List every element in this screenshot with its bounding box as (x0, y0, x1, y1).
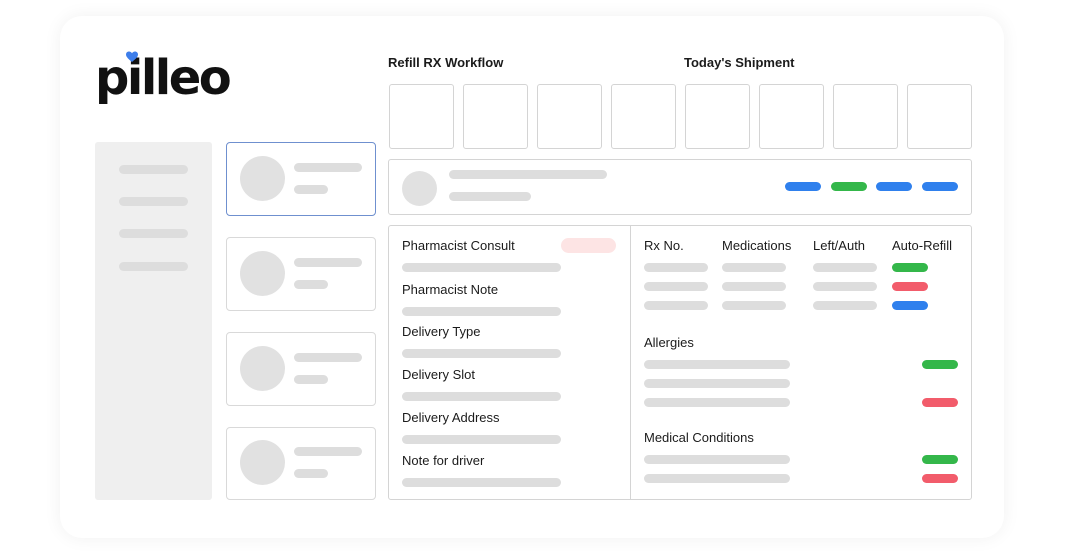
avatar (240, 156, 285, 201)
order-details-panel: Pharmacist Consult Pharmacist Note Deliv… (388, 225, 972, 500)
patient-tag[interactable] (876, 182, 912, 191)
workflow-tile[interactable] (389, 84, 454, 149)
delivery-type-label: Delivery Type (402, 324, 481, 339)
card-name-placeholder (294, 353, 362, 362)
avatar (240, 346, 285, 391)
left-auth-header: Left/Auth (813, 238, 866, 253)
rx-cell-placeholder (813, 301, 877, 310)
workflow-tile[interactable] (537, 84, 602, 149)
rx-cell-placeholder (644, 301, 708, 310)
card-detail-placeholder (294, 185, 328, 194)
sidebar-item-placeholder[interactable] (119, 165, 188, 174)
rx-cell-placeholder (813, 282, 877, 291)
avatar (240, 251, 285, 296)
patient-detail-placeholder (449, 192, 531, 201)
card-detail-placeholder (294, 469, 328, 478)
rx-cell-placeholder (644, 263, 708, 272)
note-for-driver-label: Note for driver (402, 453, 485, 468)
rx-cell-placeholder (813, 263, 877, 272)
value-placeholder (402, 349, 561, 358)
rx-no-header: Rx No. (644, 238, 684, 253)
shipment-tile[interactable] (907, 84, 972, 149)
patient-card[interactable] (226, 332, 376, 406)
avatar (240, 440, 285, 485)
column-divider (630, 226, 631, 499)
patient-tag[interactable] (922, 182, 958, 191)
delivery-address-label: Delivery Address (402, 410, 500, 425)
card-detail-placeholder (294, 280, 328, 289)
sidebar (95, 142, 212, 500)
rx-cell-placeholder (644, 282, 708, 291)
card-detail-placeholder (294, 375, 328, 384)
pharmacist-consult-label: Pharmacist Consult (402, 238, 515, 253)
heart-icon (126, 51, 138, 62)
patient-card[interactable] (226, 427, 376, 500)
auto-refill-status[interactable] (892, 263, 928, 272)
auto-refill-status[interactable] (892, 282, 928, 291)
sidebar-item-placeholder[interactable] (119, 197, 188, 206)
consult-status-badge[interactable] (561, 238, 616, 253)
value-placeholder (402, 435, 561, 444)
workflow-tile[interactable] (463, 84, 528, 149)
allergy-status[interactable] (922, 360, 958, 369)
patient-tag[interactable] (831, 182, 867, 191)
refill-workflow-heading: Refill RX Workflow (388, 55, 504, 70)
card-name-placeholder (294, 447, 362, 456)
todays-shipment-heading: Today's Shipment (684, 55, 795, 70)
allergy-placeholder (644, 379, 790, 388)
shipment-tile[interactable] (685, 84, 750, 149)
allergies-heading: Allergies (644, 335, 694, 350)
logo-wordmark: pilleo (95, 50, 232, 106)
patient-card-selected[interactable] (226, 142, 376, 216)
sidebar-item-placeholder[interactable] (119, 262, 188, 271)
pilleo-logo: pilleo (95, 48, 232, 108)
value-placeholder (402, 307, 561, 316)
auto-refill-header: Auto-Refill (892, 238, 952, 253)
patient-summary (388, 159, 972, 215)
condition-status[interactable] (922, 474, 958, 483)
rx-cell-placeholder (722, 263, 786, 272)
pharmacist-note-label: Pharmacist Note (402, 282, 499, 297)
condition-placeholder (644, 455, 790, 464)
shipment-tile[interactable] (759, 84, 824, 149)
value-placeholder (402, 478, 561, 487)
value-placeholder (402, 263, 561, 272)
value-placeholder (402, 392, 561, 401)
delivery-slot-label: Delivery Slot (402, 367, 475, 382)
workflow-tile[interactable] (611, 84, 676, 149)
card-name-placeholder (294, 163, 362, 172)
rx-cell-placeholder (722, 301, 786, 310)
shipment-tile[interactable] (833, 84, 898, 149)
auto-refill-status[interactable] (892, 301, 928, 310)
allergy-status[interactable] (922, 398, 958, 407)
card-name-placeholder (294, 258, 362, 267)
avatar (402, 171, 437, 206)
medical-conditions-heading: Medical Conditions (644, 430, 754, 445)
rx-cell-placeholder (722, 282, 786, 291)
condition-status[interactable] (922, 455, 958, 464)
allergy-placeholder (644, 360, 790, 369)
condition-placeholder (644, 474, 790, 483)
patient-card[interactable] (226, 237, 376, 311)
patient-tag[interactable] (785, 182, 821, 191)
medications-header: Medications (722, 238, 792, 253)
sidebar-item-placeholder[interactable] (119, 229, 188, 238)
allergy-placeholder (644, 398, 790, 407)
patient-name-placeholder (449, 170, 607, 179)
